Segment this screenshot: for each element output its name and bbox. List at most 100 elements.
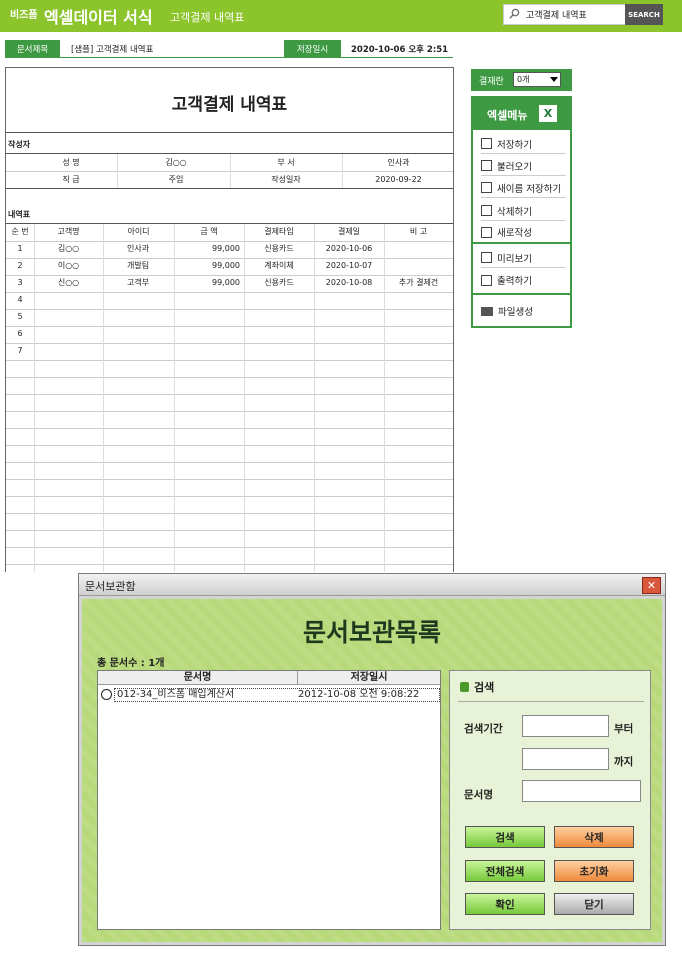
menu-item[interactable]: 불러오기	[481, 156, 566, 176]
table-cell	[384, 310, 453, 324]
new-icon	[481, 226, 492, 238]
divider	[6, 445, 453, 446]
doc-title-value: [샘플] 고객결제 내역표	[71, 45, 154, 55]
search-button[interactable]: 검색	[465, 826, 545, 848]
menu-title: 엑셀메뉴	[487, 109, 528, 122]
table-cell	[174, 344, 244, 358]
menu-item[interactable]: 새로작성	[481, 222, 566, 242]
menu-item[interactable]: 새이름 저장하기	[481, 178, 566, 198]
search-all-button[interactable]: 전체검색	[465, 860, 545, 882]
row-radio[interactable]	[101, 689, 112, 700]
menu-item[interactable]: 파일생성	[481, 301, 566, 321]
search-input[interactable]	[526, 7, 622, 22]
divider	[6, 479, 453, 480]
docname-label: 문서명	[464, 789, 493, 801]
document-list[interactable]: 문서명 저장일시 012-34_비즈폼 매입계산서 2012-10-08 오전 …	[97, 670, 441, 930]
date-to-input[interactable]	[522, 748, 609, 770]
doc-info-row: 문서제목 [샘플] 고객결제 내역표 저장일시 2020-10-06 오후 2:…	[5, 40, 453, 58]
date-value: 2020-09-22	[375, 175, 422, 184]
detail-section-label: 내역표	[8, 210, 31, 219]
table-cell: 추가 결제건	[398, 278, 439, 287]
table-cell: 7	[17, 346, 23, 355]
list-item[interactable]: 012-34_비즈폼 매입계산서 2012-10-08 오전 9:08:22	[114, 688, 440, 702]
delete-button[interactable]: 삭제	[554, 826, 634, 848]
from-label: 부터	[614, 723, 634, 735]
open-icon	[481, 160, 492, 171]
divider	[6, 428, 453, 429]
table-cell: 2020-10-08	[325, 278, 373, 287]
reset-button[interactable]: 초기화	[554, 860, 634, 882]
trash-icon	[481, 205, 492, 216]
menu-header: 엑셀메뉴 X	[473, 98, 570, 130]
column-header: 결제일	[337, 227, 361, 236]
menu-item[interactable]: 미리보기	[481, 248, 566, 268]
divider	[6, 223, 453, 224]
dialog-heading: 문서보관목록	[302, 618, 441, 647]
divider	[6, 188, 453, 189]
menu-item-label: 저장하기	[497, 139, 532, 151]
table-cell	[384, 293, 453, 307]
print-icon	[481, 274, 492, 286]
divider	[473, 242, 570, 244]
search-button[interactable]: SEARCH	[625, 4, 663, 25]
chevron-down-icon	[550, 77, 558, 82]
column-header: 금 액	[200, 227, 218, 236]
divider	[6, 564, 453, 565]
menu-item-label: 출력하기	[497, 276, 532, 287]
table-cell: 인사과	[127, 244, 150, 253]
column-header-name: 문서명	[98, 671, 298, 685]
divider	[6, 462, 453, 463]
divider	[230, 154, 231, 188]
menu-item[interactable]: 삭제하기	[481, 201, 566, 221]
close-button[interactable]: 닫기	[554, 893, 634, 915]
excel-menu: 엑셀메뉴 X 저장하기불러오기새이름 저장하기삭제하기새로작성미리보기출력하기파…	[471, 96, 572, 328]
menu-item-label: 불러오기	[497, 161, 532, 173]
table-cell	[384, 344, 453, 358]
table-cell	[103, 310, 174, 324]
table-cell: 이○○	[57, 261, 80, 270]
row-doc-saved: 2012-10-08 오전 9:08:22	[298, 689, 420, 700]
table-cell: 2	[17, 261, 23, 270]
table-cell: 2020-10-07	[325, 261, 373, 270]
table-cell	[384, 327, 453, 341]
menu-item-label: 삭제하기	[497, 206, 532, 218]
divider	[473, 293, 570, 295]
approval-select[interactable]: 0개	[513, 72, 561, 87]
author-section-label: 작성자	[8, 140, 31, 149]
table-cell	[174, 293, 244, 307]
rank-label: 직 급	[62, 175, 80, 184]
table-cell: 김○○	[57, 244, 80, 253]
search-panel: 검색 검색기간 부터 까지 문서명 검색 삭제 전체검색 초기화 확인 닫기	[449, 670, 651, 930]
document-count: 총 문서수 : 1개	[97, 658, 165, 669]
name-label: 성 명	[62, 158, 80, 167]
save-as-icon	[481, 182, 492, 193]
docname-input[interactable]	[522, 780, 641, 802]
divider	[117, 154, 118, 188]
saved-tag: 저장일시	[284, 40, 341, 57]
table-cell	[103, 344, 174, 358]
menu-item[interactable]: 출력하기	[481, 270, 566, 290]
top-bar: 비즈폼 엑셀데이터 서식 고객결제 내역표 SEARCH	[0, 0, 682, 32]
table-cell	[244, 310, 314, 324]
divider	[342, 154, 343, 188]
search-title-text: 검색	[474, 681, 495, 694]
search-section-icon	[460, 682, 469, 692]
column-header: 순 번	[11, 227, 29, 236]
period-label: 검색기간	[464, 723, 503, 735]
rank-value: 주임	[168, 175, 184, 184]
column-header: 결제타입	[264, 227, 294, 236]
table-cell	[103, 327, 174, 341]
table-cell: 신용카드	[264, 244, 294, 253]
close-icon[interactable]: ✕	[642, 577, 661, 594]
table-cell	[34, 293, 103, 307]
date-from-input[interactable]	[522, 715, 609, 737]
divider	[5, 57, 453, 58]
ok-button[interactable]: 확인	[465, 893, 545, 915]
table-cell	[314, 293, 384, 307]
table-cell	[34, 327, 103, 341]
doc-title-tag: 문서제목	[5, 40, 60, 57]
approval-value: 0개	[517, 75, 530, 84]
search-title: 검색	[460, 679, 494, 695]
menu-item[interactable]: 저장하기	[481, 134, 566, 154]
date-label: 작성일자	[271, 175, 301, 184]
